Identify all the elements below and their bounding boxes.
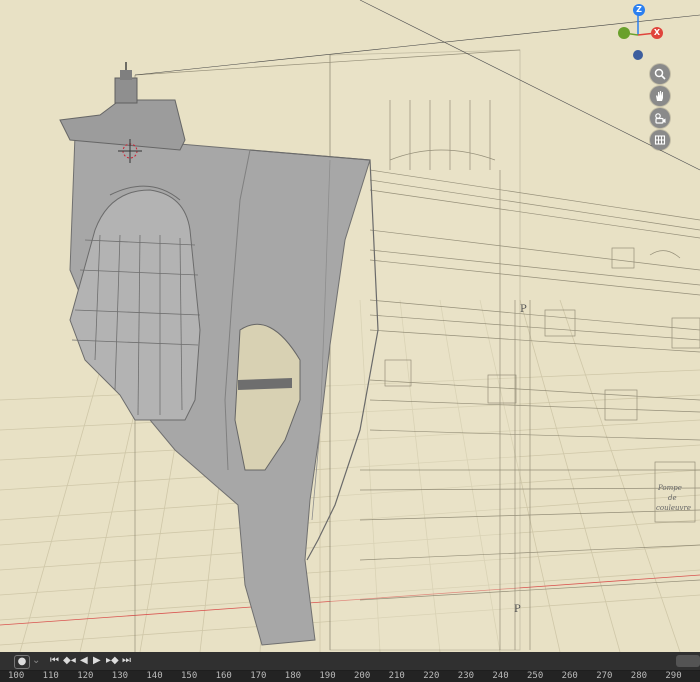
frame-mark: 110	[42, 671, 59, 681]
gizmo-neg-y-axis[interactable]	[633, 50, 643, 60]
ortho-grid-button[interactable]	[650, 130, 670, 150]
3d-viewport[interactable]: P P Pompe de couleuvre Z X	[0, 0, 700, 652]
zoom-icon	[654, 68, 666, 80]
frame-field[interactable]	[676, 655, 700, 667]
hand-pan-icon	[656, 91, 663, 101]
frame-mark: 290	[665, 671, 682, 681]
frame-mark: 130	[111, 671, 129, 681]
frame-mark: 170	[250, 671, 267, 681]
playback-controls: ● ⌄ ⏮ ◆◂ ◀ ▶ ▸◆ ⏭	[0, 652, 700, 671]
frame-mark: 270	[596, 671, 613, 681]
frame-mark: 280	[630, 671, 648, 681]
frame-mark: 120	[77, 671, 94, 681]
frame-mark: 210	[388, 671, 405, 681]
viewport-scene: P P Pompe de couleuvre	[0, 0, 700, 652]
jump-end-icon[interactable]: ⏭	[122, 655, 131, 667]
frame-mark: 100	[8, 671, 25, 681]
frame-mark: 200	[354, 671, 371, 681]
chevron-down-icon[interactable]: ⌄	[32, 655, 40, 667]
blueprint-label-p2: P	[514, 604, 521, 615]
prev-keyframe-icon[interactable]: ◆◂	[63, 655, 76, 667]
frame-mark: 160	[215, 671, 232, 681]
frame-ruler[interactable]: 100 110 120 130 140 150 160 170 180 190 200 210 220 2…	[0, 671, 700, 682]
gizmo-y-axis[interactable]	[618, 27, 630, 39]
gizmo-z-axis[interactable]: Z	[633, 4, 645, 16]
camera-view-button[interactable]	[650, 108, 670, 128]
frame-mark: 140	[146, 671, 163, 681]
next-keyframe-icon[interactable]: ▸◆	[106, 655, 119, 667]
play-icon[interactable]: ▶	[93, 655, 101, 667]
frame-mark: 180	[284, 671, 302, 681]
frame-mark: 220	[423, 671, 440, 681]
frame-mark: 260	[561, 671, 578, 681]
frame-mark: 150	[181, 671, 198, 681]
frame-mark: 230	[457, 671, 475, 681]
svg-text:Pompe: Pompe	[657, 484, 682, 492]
play-reverse-icon[interactable]: ◀	[80, 655, 88, 667]
camera-view-icon	[655, 113, 666, 124]
gizmo-x-axis[interactable]: X	[651, 27, 663, 39]
frame-mark: 250	[527, 671, 544, 681]
timeline-panel[interactable]: ● ⌄ ⏮ ◆◂ ◀ ▶ ▸◆ ⏭ 100 110 120 130 140 150 160 1…	[0, 652, 700, 682]
record-icon[interactable]: ●	[14, 655, 30, 669]
pan-button[interactable]	[650, 86, 670, 106]
ortho-grid-icon	[654, 135, 666, 145]
svg-text:de: de	[668, 494, 677, 502]
svg-text:couleuvre: couleuvre	[656, 504, 691, 512]
blueprint-label-p1: P	[520, 304, 527, 315]
jump-start-icon[interactable]: ⏮	[50, 655, 59, 667]
frame-mark: 240	[492, 671, 509, 681]
zoom-button[interactable]	[650, 64, 670, 84]
frame-mark: 190	[319, 671, 336, 681]
